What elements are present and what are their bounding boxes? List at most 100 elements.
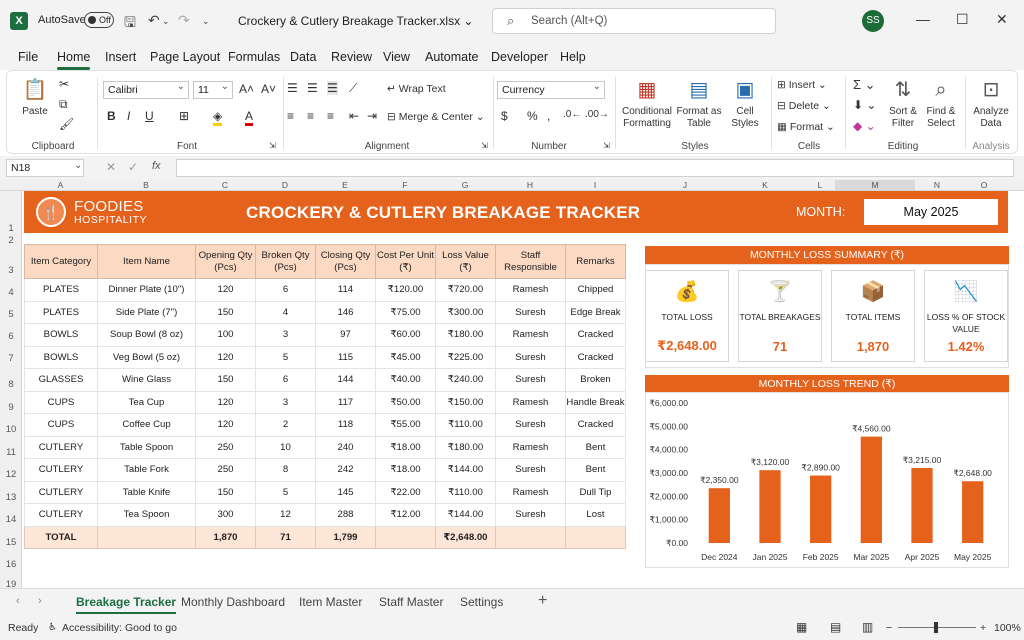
row-number[interactable]: 7 [0, 353, 22, 364]
cell-closing-qty[interactable]: 144 [315, 368, 376, 392]
header-item-category[interactable]: Item Category [24, 244, 98, 279]
cell-closing-qty[interactable]: 115 [315, 345, 376, 369]
autosum-icon[interactable]: Σ ⌄ [853, 77, 876, 93]
cell-item-category[interactable]: CUPS [24, 390, 98, 414]
close-icon[interactable]: ✕ [996, 11, 1008, 28]
increase-indent-icon[interactable]: ⇥ [367, 109, 377, 123]
number-format-dropdown[interactable]: Currency [497, 79, 605, 99]
decrease-font-icon[interactable]: A˅ [261, 82, 276, 96]
zoom-level[interactable]: 100% [994, 622, 1021, 634]
month-input[interactable]: May 2025 [864, 199, 998, 225]
cell-broken-qty[interactable]: 5 [255, 480, 316, 504]
tab-developer[interactable]: Developer [491, 50, 548, 64]
chart-bar[interactable] [911, 467, 933, 543]
cell-broken-qty[interactable]: 12 [255, 503, 316, 527]
cell-broken-qty[interactable]: 6 [255, 368, 316, 392]
cancel-entry-icon[interactable]: ✕ [106, 160, 116, 174]
column-header[interactable]: D [255, 180, 315, 190]
user-avatar[interactable]: SS [862, 10, 884, 32]
cell-remarks[interactable]: Cracked [565, 413, 626, 437]
percent-icon[interactable]: % [527, 109, 538, 123]
cell-cost-per-unit[interactable]: ₹22.00 [375, 480, 436, 504]
column-header[interactable]: H [495, 180, 565, 190]
row-number[interactable]: 13 [0, 492, 22, 503]
column-header[interactable]: B [97, 180, 195, 190]
cell-remarks[interactable]: Bent [565, 435, 626, 459]
format-cells-button[interactable]: ▦ Format ⌄ [777, 121, 835, 133]
header-remarks[interactable]: Remarks [565, 244, 626, 279]
tab-data[interactable]: Data [290, 50, 316, 64]
format-painter-icon[interactable]: 🖌 [59, 117, 74, 131]
chart-bar[interactable] [860, 436, 882, 543]
cell-opening-qty[interactable]: 150 [195, 368, 256, 392]
cell-closing-qty[interactable]: 242 [315, 458, 376, 482]
borders-icon[interactable]: ⊞ [179, 109, 189, 123]
cell-staff-responsible[interactable]: Suresh [495, 345, 566, 369]
cell-cost-per-unit[interactable]: ₹40.00 [375, 368, 436, 392]
zoom-in-icon[interactable]: + [980, 622, 986, 634]
accessibility-icon[interactable]: ♿ [48, 622, 57, 633]
cell-item-name[interactable]: Veg Bowl (5 oz) [97, 345, 196, 369]
cell-staff-responsible[interactable]: Ramesh [495, 323, 566, 347]
column-header[interactable]: G [435, 180, 495, 190]
tab-automate[interactable]: Automate [425, 50, 479, 64]
cell-loss-value[interactable]: ₹144.00 [435, 503, 496, 527]
analyze-data-button[interactable]: ⊡ Analyze Data [969, 77, 1013, 130]
cell-loss-value[interactable]: ₹150.00 [435, 390, 496, 414]
scroll-tabs-right-icon[interactable]: › [38, 595, 42, 607]
page-break-view-icon[interactable]: ▥ [862, 620, 873, 634]
document-title[interactable]: Crockery & Cutlery Breakage Tracker.xlsx… [238, 14, 473, 28]
cell-closing-qty[interactable]: 240 [315, 435, 376, 459]
chart-bar[interactable] [810, 475, 832, 543]
cell-opening-qty[interactable]: 120 [195, 413, 256, 437]
add-sheet-icon[interactable]: + [538, 592, 547, 610]
cell-staff-responsible[interactable]: Ramesh [495, 390, 566, 414]
confirm-entry-icon[interactable]: ✓ [128, 160, 138, 174]
cell-remarks[interactable]: Chipped [565, 278, 626, 302]
undo-icon[interactable]: ↶ [148, 12, 160, 29]
decrease-decimal-icon[interactable]: .00→ [585, 109, 609, 120]
total-cell-item-category[interactable]: TOTAL [24, 525, 98, 549]
font-size-dropdown[interactable]: 11 [193, 79, 233, 99]
column-header[interactable]: F [375, 180, 435, 190]
name-box-dropdown-icon[interactable]: ⌄ [74, 160, 82, 171]
maximize-icon[interactable]: ☐ [956, 11, 969, 28]
cell-remarks[interactable]: Bent [565, 458, 626, 482]
header-broken-qty[interactable]: Broken Qty (Pcs) [255, 244, 316, 279]
undo-dropdown-icon[interactable]: ⌄ [162, 16, 170, 27]
cell-closing-qty[interactable]: 114 [315, 278, 376, 302]
cell-loss-value[interactable]: ₹180.00 [435, 323, 496, 347]
cell-item-name[interactable]: Coffee Cup [97, 413, 196, 437]
cell-staff-responsible[interactable]: Ramesh [495, 278, 566, 302]
font-name-dropdown[interactable]: Calibri [103, 79, 189, 99]
total-cell-remarks[interactable] [565, 525, 626, 549]
column-header[interactable]: N [915, 180, 959, 190]
cell-broken-qty[interactable]: 3 [255, 323, 316, 347]
column-header[interactable]: J [645, 180, 725, 190]
zoom-out-icon[interactable]: − [886, 622, 892, 634]
column-header[interactable]: M [835, 180, 915, 190]
zoom-slider-thumb[interactable] [934, 622, 938, 633]
cell-loss-value[interactable]: ₹110.00 [435, 480, 496, 504]
autosave-toggle[interactable]: Off [84, 12, 114, 28]
tab-help[interactable]: Help [560, 50, 586, 64]
cell-item-category[interactable]: PLATES [24, 300, 98, 324]
cell-staff-responsible[interactable]: Suresh [495, 413, 566, 437]
sheet-tab-monthly-dashboard[interactable]: Monthly Dashboard [181, 595, 285, 609]
page-layout-view-icon[interactable]: ▤ [830, 620, 841, 634]
cell-item-category[interactable]: CUTLERY [24, 503, 98, 527]
find-select-button[interactable]: ⌕ Find & Select [921, 77, 961, 130]
cell-staff-responsible[interactable]: Suresh [495, 368, 566, 392]
cell-cost-per-unit[interactable]: ₹45.00 [375, 345, 436, 369]
sort-filter-button[interactable]: ⇅ Sort & Filter [885, 77, 921, 130]
cell-cost-per-unit[interactable]: ₹55.00 [375, 413, 436, 437]
wrap-text-button[interactable]: ↵ Wrap Text [387, 83, 446, 95]
cell-opening-qty[interactable]: 250 [195, 435, 256, 459]
font-color-icon[interactable]: A [245, 109, 254, 126]
scroll-tabs-left-icon[interactable]: ‹ [16, 595, 20, 607]
cell-closing-qty[interactable]: 97 [315, 323, 376, 347]
cell-opening-qty[interactable]: 300 [195, 503, 256, 527]
cell-opening-qty[interactable]: 120 [195, 390, 256, 414]
decrease-indent-icon[interactable]: ⇤ [349, 109, 359, 123]
cell-item-category[interactable]: CUTLERY [24, 435, 98, 459]
